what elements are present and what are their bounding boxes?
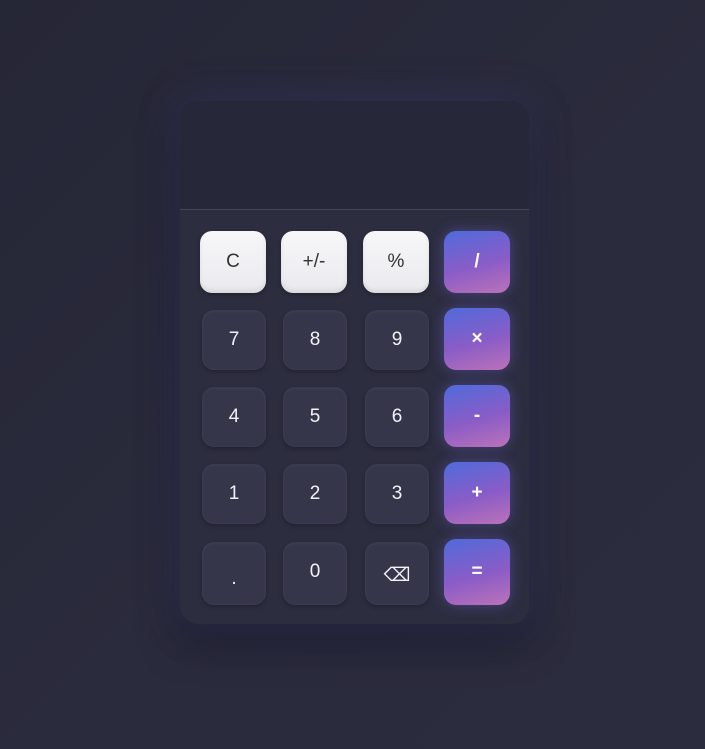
digit-3-button[interactable]: 3 [365, 464, 429, 524]
digit-5-button[interactable]: 5 [283, 387, 347, 447]
divide-button[interactable]: / [444, 231, 510, 293]
digit-8-button[interactable]: 8 [283, 310, 347, 370]
calculator-display [180, 101, 529, 210]
calculator: C +/- % / 7 8 9 × 4 5 6 - 1 2 3 + . 0 ⌫ … [180, 101, 529, 624]
percent-button[interactable]: % [363, 231, 429, 293]
sign-toggle-button[interactable]: +/- [281, 231, 347, 293]
decimal-button[interactable]: . [202, 542, 266, 605]
equals-button[interactable]: = [444, 539, 510, 605]
backspace-button[interactable]: ⌫ [365, 542, 429, 605]
clear-button[interactable]: C [200, 231, 266, 293]
add-button[interactable]: + [444, 462, 510, 524]
digit-9-button[interactable]: 9 [365, 310, 429, 370]
multiply-button[interactable]: × [444, 308, 510, 370]
digit-2-button[interactable]: 2 [283, 464, 347, 524]
digit-1-button[interactable]: 1 [202, 464, 266, 524]
digit-0-button[interactable]: 0 [283, 542, 347, 605]
digit-6-button[interactable]: 6 [365, 387, 429, 447]
digit-7-button[interactable]: 7 [202, 310, 266, 370]
subtract-button[interactable]: - [444, 385, 510, 447]
digit-4-button[interactable]: 4 [202, 387, 266, 447]
